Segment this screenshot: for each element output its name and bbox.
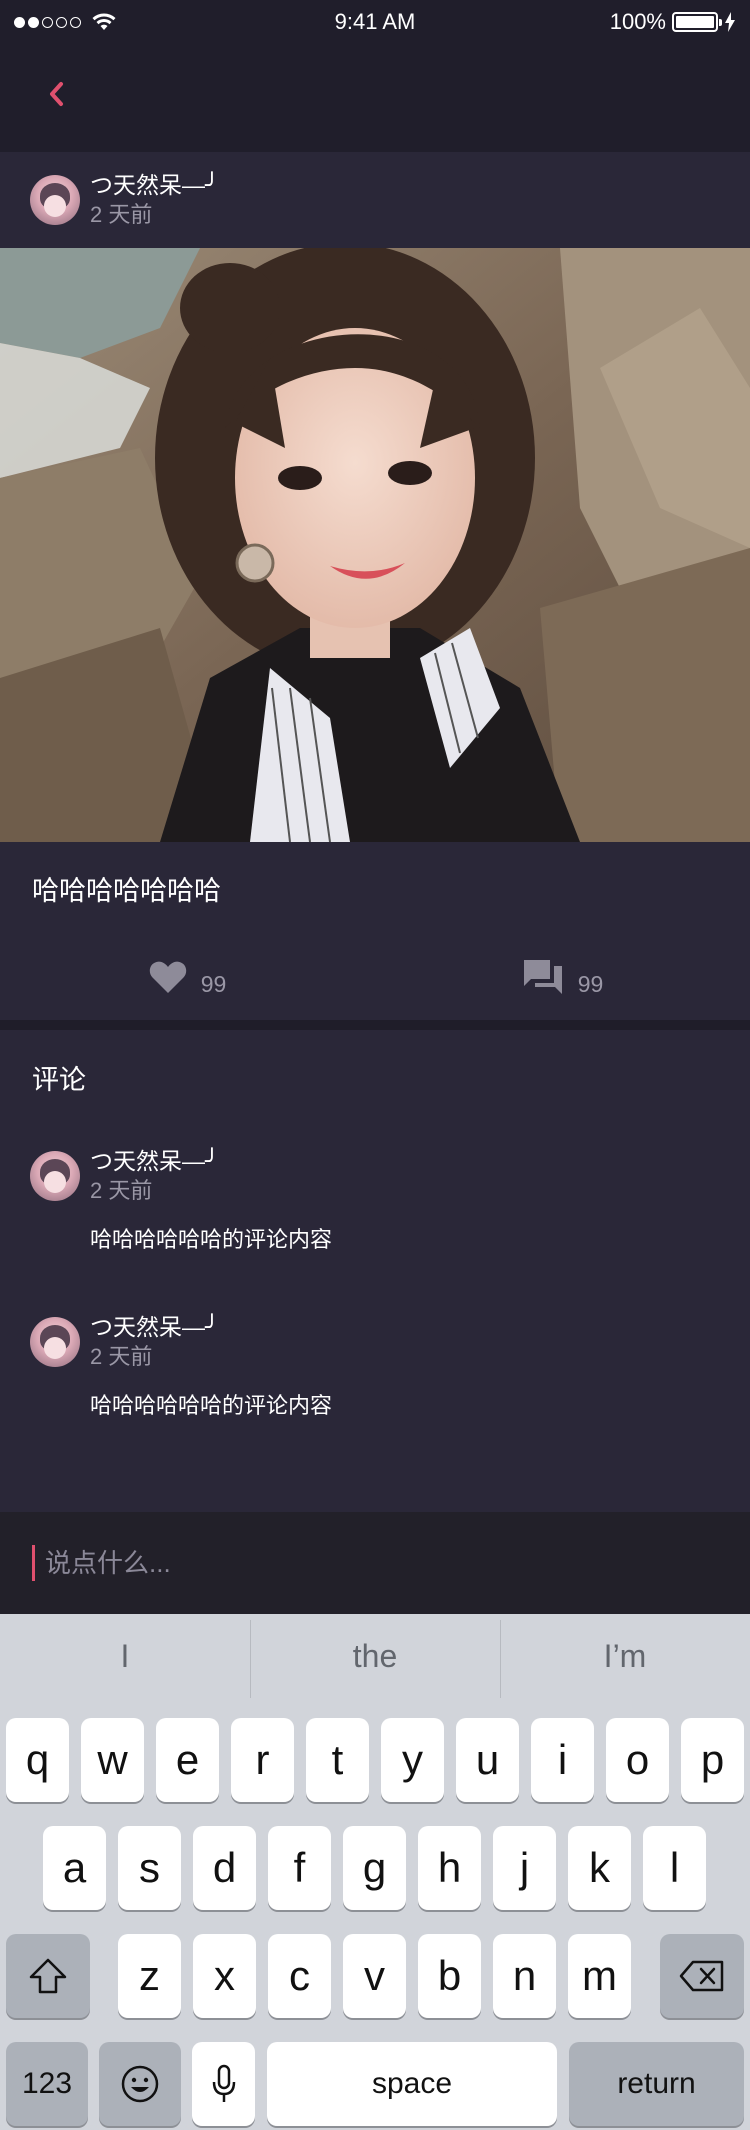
- shift-key[interactable]: [6, 1934, 90, 2018]
- dictation-key[interactable]: [192, 2042, 255, 2126]
- key-k[interactable]: k: [568, 1826, 631, 1910]
- back-button[interactable]: [36, 74, 76, 114]
- post-stats: 99 99: [0, 934, 750, 1020]
- avatar[interactable]: [30, 1151, 80, 1201]
- delete-key[interactable]: [660, 1934, 744, 2018]
- status-bar: 9:41 AM 100%: [0, 0, 750, 44]
- comment-meta: つ天然呆―╯ 2 天前: [90, 1146, 219, 1206]
- key-q[interactable]: q: [6, 1718, 69, 1802]
- post-author-row[interactable]: つ天然呆―╯ 2 天前: [0, 152, 750, 248]
- comments-section: 评论 つ天然呆―╯ 2 天前 哈哈哈哈哈哈的评论内容 つ天然呆―╯ 2 天前 哈…: [0, 1030, 750, 1512]
- key-l[interactable]: l: [643, 1826, 706, 1910]
- comment-meta: つ天然呆―╯ 2 天前: [90, 1312, 219, 1372]
- key-o[interactable]: o: [606, 1718, 669, 1802]
- key-h[interactable]: h: [418, 1826, 481, 1910]
- key-v[interactable]: v: [343, 1934, 406, 2018]
- comment-time: 2 天前: [90, 1178, 153, 1203]
- key-w[interactable]: w: [81, 1718, 144, 1802]
- comment-input-bar: [0, 1512, 750, 1614]
- comment-time: 2 天前: [90, 1344, 153, 1369]
- like-button[interactable]: 99: [0, 934, 375, 1020]
- post-time: 2 天前: [90, 202, 153, 227]
- suggestion-item[interactable]: the: [250, 1614, 500, 1698]
- author-meta: つ天然呆―╯ 2 天前: [90, 170, 219, 230]
- post-caption: 哈哈哈哈哈哈哈: [32, 875, 221, 906]
- key-x[interactable]: x: [193, 1934, 256, 2018]
- microphone-icon: [212, 2064, 235, 2102]
- post-photo-image: [0, 248, 750, 842]
- key-m[interactable]: m: [568, 1934, 631, 2018]
- comment-author-name: つ天然呆―╯: [90, 1148, 219, 1174]
- comment-text: 哈哈哈哈哈哈的评论内容: [90, 1227, 333, 1252]
- key-t[interactable]: t: [306, 1718, 369, 1802]
- comment-input[interactable]: [45, 1547, 685, 1579]
- emoji-icon: [121, 2065, 159, 2103]
- comment-item[interactable]: つ天然呆―╯ 2 天前 哈哈哈哈哈哈的评论内容: [30, 1146, 720, 1254]
- key-n[interactable]: n: [493, 1934, 556, 2018]
- suggestion-bar: I the I’m: [0, 1614, 750, 1698]
- space-key[interactable]: space: [267, 2042, 557, 2126]
- key-b[interactable]: b: [418, 1934, 481, 2018]
- comment-item[interactable]: つ天然呆―╯ 2 天前 哈哈哈哈哈哈的评论内容: [30, 1312, 720, 1420]
- nav-bar: [0, 44, 750, 152]
- comment-text: 哈哈哈哈哈哈的评论内容: [90, 1393, 333, 1418]
- key-row-2: a s d f g h j k l: [0, 1826, 750, 1910]
- key-u[interactable]: u: [456, 1718, 519, 1802]
- comment-button[interactable]: 99: [375, 934, 750, 1020]
- heart-icon: [149, 961, 186, 993]
- avatar[interactable]: [30, 1317, 80, 1367]
- post-photo[interactable]: [0, 248, 750, 842]
- comment-head: つ天然呆―╯ 2 天前: [30, 1146, 720, 1206]
- key-d[interactable]: d: [193, 1826, 256, 1910]
- key-row-4: 123 space return: [0, 2042, 750, 2126]
- text-cursor: [32, 1545, 35, 1581]
- suggestion-item[interactable]: I’m: [500, 1614, 750, 1698]
- shift-icon: [29, 1958, 67, 1994]
- key-z[interactable]: z: [118, 1934, 181, 2018]
- key-p[interactable]: p: [681, 1718, 744, 1802]
- key-row-3: z x c v b n m: [0, 1934, 750, 2018]
- author-name: つ天然呆―╯: [90, 172, 219, 198]
- comments-icon: [523, 960, 562, 994]
- comments-title: 评论: [32, 1065, 86, 1095]
- key-f[interactable]: f: [268, 1826, 331, 1910]
- status-time: 9:41 AM: [334, 9, 416, 34]
- key-e[interactable]: e: [156, 1718, 219, 1802]
- comment-author-name: つ天然呆―╯: [90, 1314, 219, 1340]
- comment-head: つ天然呆―╯ 2 天前: [30, 1312, 720, 1372]
- emoji-key[interactable]: [99, 2042, 181, 2126]
- key-a[interactable]: a: [43, 1826, 106, 1910]
- key-r[interactable]: r: [231, 1718, 294, 1802]
- chevron-left-icon: [50, 82, 63, 106]
- key-y[interactable]: y: [381, 1718, 444, 1802]
- key-j[interactable]: j: [493, 1826, 556, 1910]
- battery-icon: [672, 12, 722, 32]
- section-divider: [0, 1020, 750, 1030]
- key-i[interactable]: i: [531, 1718, 594, 1802]
- key-s[interactable]: s: [118, 1826, 181, 1910]
- key-g[interactable]: g: [343, 1826, 406, 1910]
- key-c[interactable]: c: [268, 1934, 331, 2018]
- keyboard: I the I’m q w e r t y u i o p a s d f g …: [0, 1614, 750, 2130]
- return-key[interactable]: return: [569, 2042, 744, 2126]
- comment-count: 99: [577, 970, 604, 997]
- avatar[interactable]: [30, 175, 80, 225]
- numbers-key[interactable]: 123: [6, 2042, 88, 2126]
- key-row-1: q w e r t y u i o p: [0, 1718, 750, 1802]
- backspace-icon: [679, 1960, 724, 1992]
- like-count: 99: [200, 970, 227, 997]
- suggestion-item[interactable]: I: [0, 1614, 250, 1698]
